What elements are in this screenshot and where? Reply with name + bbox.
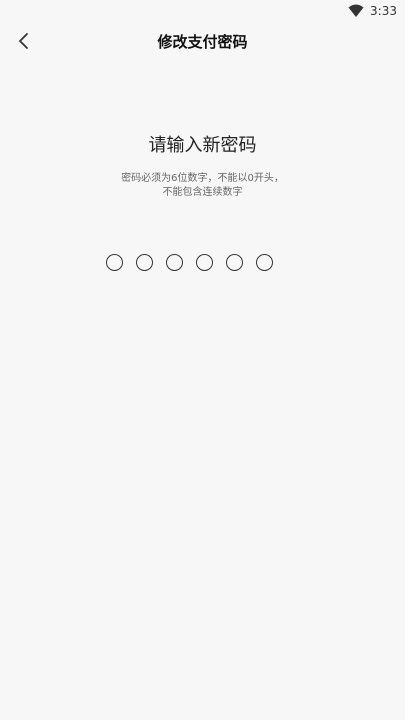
status-indicators: 3:33 — [348, 4, 397, 18]
page-title: 修改支付密码 — [157, 33, 248, 51]
pin-dot[interactable] — [136, 254, 153, 271]
pin-dot[interactable] — [196, 254, 213, 271]
pin-input[interactable] — [106, 254, 273, 271]
password-rules-hint: 密码必须为6位数字，不能以0开头， 不能包含连续数字 — [0, 172, 405, 200]
screen: 3:33 修改支付密码 请输入新密码 密码必须为6位数字，不能以0开头， 不能包… — [0, 0, 405, 720]
status-time: 3:33 — [370, 4, 397, 18]
pin-dot[interactable] — [226, 254, 243, 271]
header: 修改支付密码 — [0, 24, 405, 56]
wifi-icon — [348, 4, 364, 18]
pin-dot[interactable] — [166, 254, 183, 271]
pin-dot[interactable] — [256, 254, 273, 271]
prompt-title: 请输入新密码 — [148, 135, 257, 156]
pin-dot[interactable] — [106, 254, 123, 271]
hint-line-2: 不能包含连续数字 — [162, 187, 243, 198]
hint-line-1: 密码必须为6位数字，不能以0开头， — [121, 173, 284, 184]
status-bar: 3:33 — [0, 0, 405, 24]
